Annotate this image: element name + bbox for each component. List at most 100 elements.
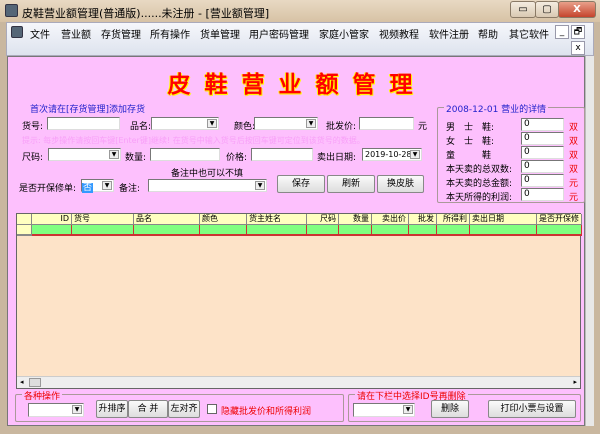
maximize-button[interactable]: ▢ <box>535 1 559 18</box>
chevron-down-icon[interactable]: ▼ <box>410 150 420 159</box>
print-receipt-button[interactable]: 打印小票与设置 <box>488 400 576 418</box>
revenue-panel: 皮鞋营业额管理 首次请在[存货管理]添加存货 货号: 品名: ▼ 颜色: ▼ 批… <box>7 56 585 426</box>
column-header[interactable]: 是否开保修 <box>537 214 582 225</box>
grid-cell[interactable] <box>134 225 200 236</box>
date-label: 卖出日期: <box>317 153 357 163</box>
column-header[interactable]: 货主姓名 <box>247 214 307 225</box>
operations-title: 各种操作 <box>22 389 63 402</box>
wholesale-input[interactable] <box>359 117 414 130</box>
minimize-button[interactable]: ▭ <box>510 1 536 18</box>
grid-cell[interactable] <box>409 225 437 236</box>
align-left-button[interactable]: 左对齐 <box>168 400 200 418</box>
hide-profit-label: 隐藏批发价和所得利润 <box>221 407 312 417</box>
chevron-down-icon[interactable]: ▼ <box>403 405 413 414</box>
scroll-right-icon[interactable]: ▸ <box>573 378 577 386</box>
menu-bar: 文件 营业额 存货管理 所有操作 货单管理 用户密码管理 家庭小管家 视频教程 … <box>6 22 594 56</box>
close-button[interactable]: X <box>558 1 596 18</box>
menu-user-password[interactable]: 用户密码管理 <box>249 26 309 41</box>
name-select[interactable]: ▼ <box>151 117 219 130</box>
chevron-down-icon[interactable]: ▼ <box>255 181 265 190</box>
refresh-button[interactable]: 刷新 <box>327 175 375 193</box>
merge-button[interactable]: 合 并 <box>128 400 168 418</box>
chevron-down-icon[interactable]: ▼ <box>207 119 217 128</box>
menu-file[interactable]: 文件 <box>30 26 50 41</box>
chevron-down-icon[interactable]: ▼ <box>109 150 119 159</box>
grid-cell[interactable] <box>372 225 409 236</box>
chevron-down-icon[interactable]: ▼ <box>306 119 316 128</box>
name-label: 品名: <box>130 122 152 132</box>
remark-label: 备注: <box>119 184 141 194</box>
qty-input[interactable] <box>150 148 220 161</box>
summary-value: 0 <box>521 118 564 131</box>
grid-cell[interactable] <box>200 225 247 236</box>
vertical-scrollbar[interactable] <box>585 56 594 426</box>
grid-cell[interactable] <box>339 225 372 236</box>
menu-inventory[interactable]: 存货管理 <box>101 26 141 41</box>
menu-home-helper[interactable]: 家庭小管家 <box>319 26 369 41</box>
mdi-restore-button[interactable]: 🗗 <box>571 25 585 39</box>
column-header[interactable]: 数量 <box>339 214 372 225</box>
operations-select[interactable]: ▼ <box>28 403 84 417</box>
hide-profit-checkbox[interactable] <box>207 404 217 414</box>
app-icon <box>5 4 18 17</box>
remark-hint: 备注中也可以不填 <box>171 169 244 179</box>
mdi-close-button[interactable]: x <box>571 41 585 55</box>
summary-unit: 元 <box>569 179 579 189</box>
column-header[interactable]: 批发 <box>409 214 437 225</box>
date-picker[interactable]: 2019-10-28 ▼ <box>362 148 422 161</box>
grid-cell[interactable] <box>437 225 470 236</box>
menu-revenue[interactable]: 营业额 <box>61 26 91 41</box>
column-header[interactable]: 所得利 <box>437 214 470 225</box>
price-input[interactable] <box>251 148 313 161</box>
summary-value: 0 <box>521 188 564 201</box>
summary-value: 0 <box>521 174 564 187</box>
sales-grid[interactable]: ID 货号 品名 颜色 货主姓名 尺码 数量 卖出价 批发 所得利 卖出日期 是… <box>16 213 582 389</box>
grid-cell[interactable] <box>32 225 72 236</box>
menu-other-software[interactable]: 其它软件 <box>509 26 549 41</box>
row-indicator[interactable] <box>17 225 32 236</box>
size-select[interactable]: ▼ <box>48 148 121 161</box>
color-select[interactable]: ▼ <box>254 117 318 130</box>
skin-button[interactable]: 换皮肤 <box>377 175 424 193</box>
save-button[interactable]: 保存 <box>277 175 325 193</box>
price-label: 价格: <box>226 153 248 163</box>
menu-help[interactable]: 帮助 <box>478 26 498 41</box>
menu-all-ops[interactable]: 所有操作 <box>150 26 190 41</box>
grid-cell[interactable] <box>307 225 339 236</box>
horizontal-scrollbar[interactable]: ◂ ▸ <box>17 376 580 388</box>
scroll-thumb[interactable] <box>29 378 41 387</box>
menu-register[interactable]: 软件注册 <box>429 26 469 41</box>
grid-cell[interactable] <box>537 225 582 236</box>
summary-unit: 双 <box>569 123 579 133</box>
menu-video[interactable]: 视频教程 <box>379 26 419 41</box>
column-header[interactable]: 卖出价 <box>372 214 409 225</box>
title-bar: 皮鞋营业额管理(普通版)......未注册 - [营业额管理] ▭ ▢ X <box>0 0 600 22</box>
grid-cell[interactable] <box>470 225 537 236</box>
goods-no-input[interactable] <box>47 117 120 130</box>
size-label: 尺码: <box>22 153 44 163</box>
warranty-select[interactable]: 否 ▼ <box>81 179 114 193</box>
remark-select[interactable]: ▼ <box>148 179 267 192</box>
grid-cell[interactable] <box>247 225 307 236</box>
chevron-down-icon[interactable]: ▼ <box>72 405 82 414</box>
scroll-left-icon[interactable]: ◂ <box>20 378 24 386</box>
chevron-down-icon[interactable]: ▼ <box>102 181 112 190</box>
summary-label: 男 士 鞋: <box>446 123 495 133</box>
delete-id-select[interactable]: ▼ <box>353 403 415 417</box>
summary-label: 本天卖的总金额: <box>446 179 513 189</box>
menu-orders[interactable]: 货单管理 <box>200 26 240 41</box>
mdi-app-icon[interactable] <box>11 26 23 38</box>
sort-button[interactable]: 升排序 <box>96 400 128 418</box>
mdi-minimize-button[interactable]: _ <box>555 25 569 39</box>
first-hint: 首次请在[存货管理]添加存货 <box>30 105 146 115</box>
summary-value: 0 <box>521 132 564 145</box>
column-header[interactable]: 颜色 <box>200 214 247 225</box>
column-header[interactable]: 卖出日期 <box>470 214 537 225</box>
column-header[interactable]: 货号 <box>72 214 134 225</box>
grid-cell[interactable] <box>72 225 134 236</box>
delete-button[interactable]: 删除 <box>431 400 469 418</box>
column-header[interactable]: 品名 <box>134 214 200 225</box>
column-header[interactable]: ID <box>32 214 72 225</box>
column-header[interactable]: 尺码 <box>307 214 339 225</box>
row-indicator-header[interactable] <box>17 214 32 225</box>
